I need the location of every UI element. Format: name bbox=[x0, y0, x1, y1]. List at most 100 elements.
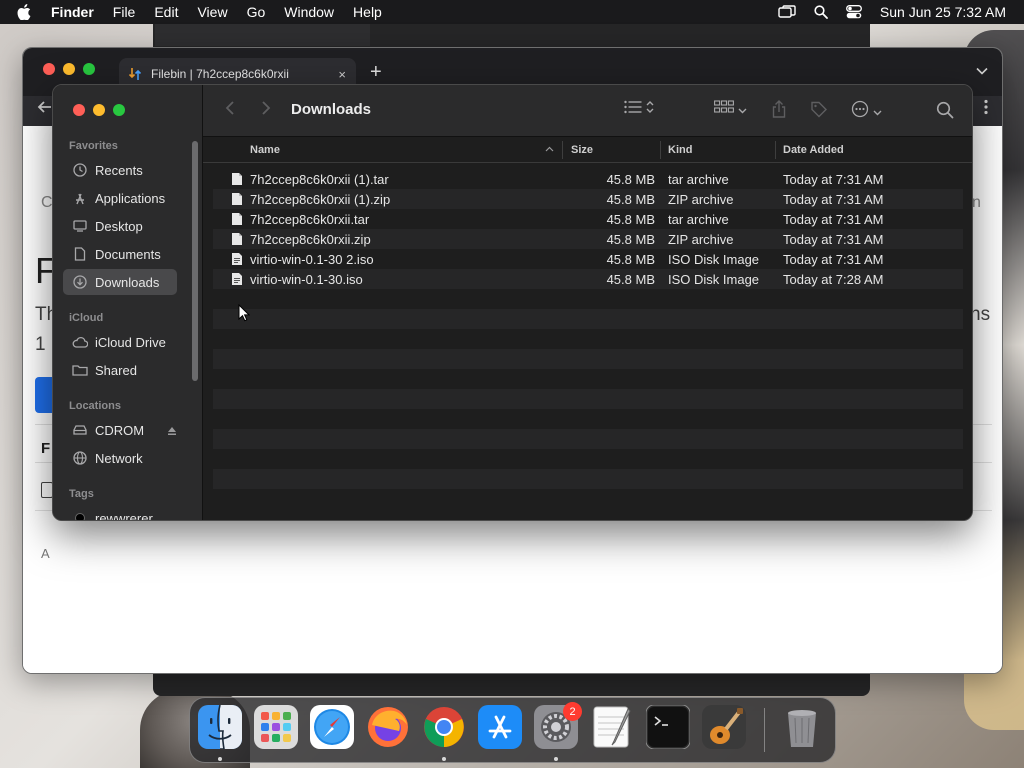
new-tab-button[interactable]: + bbox=[370, 61, 382, 84]
file-date-added: Today at 7:31 AM bbox=[783, 172, 884, 187]
minimize-window-button[interactable] bbox=[93, 104, 105, 116]
sidebar-item-documents[interactable]: Documents bbox=[63, 241, 177, 267]
dock-app-chrome[interactable] bbox=[422, 705, 466, 749]
zoom-window-button[interactable] bbox=[113, 104, 125, 116]
dock-app-textedit[interactable] bbox=[590, 705, 634, 749]
textedit-icon bbox=[590, 705, 634, 749]
file-row[interactable]: 7h2ccep8c6k0rxii (1).tar 45.8 MB tar archi… bbox=[213, 169, 963, 189]
file-name: virtio-win-0.1-30.iso bbox=[250, 272, 363, 287]
dock-app-app-store[interactable] bbox=[478, 705, 522, 749]
sidebar-item-icloud-drive[interactable]: iCloud Drive bbox=[63, 329, 177, 355]
sidebar-item-applications[interactable]: Applications bbox=[63, 185, 177, 211]
empty-list-row bbox=[213, 329, 963, 349]
sidebar-item-label: CDROM bbox=[95, 422, 145, 438]
menu-window[interactable]: Window bbox=[284, 4, 334, 20]
forward-chevron-icon[interactable] bbox=[261, 99, 271, 122]
action-menu-button[interactable] bbox=[851, 100, 882, 123]
column-header-date-added[interactable]: Date Added bbox=[783, 144, 844, 156]
browser-back-icon[interactable] bbox=[37, 99, 53, 120]
menu-view[interactable]: View bbox=[197, 4, 227, 20]
file-row[interactable]: virtio-win-0.1-30 2.iso 45.8 MB ISO Disk I… bbox=[213, 249, 963, 269]
sidebar-scrollbar[interactable] bbox=[192, 141, 198, 381]
sidebar-item-tag-rewwrerer[interactable]: rewwrerer bbox=[63, 505, 177, 521]
empty-list-row bbox=[213, 449, 963, 469]
chrome-icon bbox=[422, 705, 466, 749]
dock-app-safari[interactable] bbox=[310, 705, 354, 749]
menu-go[interactable]: Go bbox=[247, 4, 266, 20]
finder-icon bbox=[198, 705, 242, 749]
dock-app-garageband[interactable] bbox=[702, 705, 746, 749]
apple-menu-icon[interactable] bbox=[17, 4, 37, 20]
menu-app-name[interactable]: Finder bbox=[51, 4, 94, 20]
sidebar-item-label: Recents bbox=[95, 162, 143, 178]
file-row[interactable]: virtio-win-0.1-30.iso 45.8 MB ISO Disk Ima… bbox=[213, 269, 963, 289]
file-name: 7h2ccep8c6k0rxii.zip bbox=[250, 232, 371, 247]
eject-icon[interactable] bbox=[167, 424, 177, 439]
file-row[interactable]: 7h2ccep8c6k0rxii (1).zip 45.8 MB ZIP archi… bbox=[213, 189, 963, 209]
search-button[interactable] bbox=[936, 101, 954, 124]
dock-app-trash[interactable] bbox=[780, 705, 824, 749]
share-button[interactable] bbox=[772, 100, 786, 123]
sidebar-item-label: Documents bbox=[95, 246, 161, 262]
sidebar-section-tags: Tags bbox=[69, 488, 94, 500]
control-center-icon[interactable] bbox=[845, 5, 862, 19]
group-by-button[interactable] bbox=[714, 100, 747, 119]
sidebar-section-locations: Locations bbox=[69, 400, 121, 412]
sidebar-item-network[interactable]: Network bbox=[63, 445, 177, 471]
file-rows: 7h2ccep8c6k0rxii (1).tar 45.8 MB tar archi… bbox=[213, 169, 963, 509]
column-separator[interactable] bbox=[775, 141, 776, 159]
empty-list-row bbox=[213, 309, 963, 329]
file-kind: ISO Disk Image bbox=[668, 272, 760, 287]
tag-button[interactable] bbox=[810, 100, 828, 123]
menu-bar-clock[interactable]: Sun Jun 25 7:32 AM bbox=[880, 4, 1006, 20]
column-header-name[interactable]: Name bbox=[250, 144, 280, 156]
dock-app-launchpad[interactable] bbox=[254, 705, 298, 749]
grid-group-icon bbox=[714, 100, 734, 119]
column-header-size[interactable]: Size bbox=[571, 144, 593, 156]
dock-app-firefox[interactable] bbox=[366, 705, 410, 749]
dock-app-finder[interactable] bbox=[198, 705, 242, 749]
sidebar-item-shared[interactable]: Shared bbox=[63, 357, 177, 383]
file-date-added: Today at 7:28 AM bbox=[783, 272, 884, 287]
sidebar-item-desktop[interactable]: Desktop bbox=[63, 213, 177, 239]
sidebar-item-label: Downloads bbox=[95, 274, 160, 290]
menu-help[interactable]: Help bbox=[353, 4, 382, 20]
file-row[interactable]: 7h2ccep8c6k0rxii.zip 45.8 MB ZIP archive To… bbox=[213, 229, 963, 249]
menu-file[interactable]: File bbox=[113, 4, 136, 20]
page-text-fragment: A bbox=[41, 546, 50, 561]
sidebar-item-label: rewwrerer bbox=[95, 510, 153, 521]
list-view-button[interactable] bbox=[624, 100, 654, 119]
close-window-button[interactable] bbox=[73, 104, 85, 116]
sidebar-item-downloads[interactable]: Downloads bbox=[63, 269, 177, 295]
close-tab-icon[interactable]: × bbox=[338, 67, 346, 82]
search-icon[interactable] bbox=[814, 5, 828, 19]
safari-icon bbox=[310, 705, 354, 749]
file-row[interactable]: 7h2ccep8c6k0rxii.tar 45.8 MB tar archive To… bbox=[213, 209, 963, 229]
sort-ascending-chevron-icon[interactable] bbox=[545, 143, 554, 155]
page-text-fragment: ns bbox=[970, 304, 991, 325]
close-window-button[interactable] bbox=[43, 63, 55, 75]
file-name: 7h2ccep8c6k0rxii (1).zip bbox=[250, 192, 391, 207]
back-chevron-icon[interactable] bbox=[225, 99, 235, 122]
column-separator[interactable] bbox=[660, 141, 661, 159]
archive-file-icon bbox=[231, 232, 243, 249]
terminal-icon bbox=[646, 705, 690, 749]
file-name: 7h2ccep8c6k0rxii.tar bbox=[250, 212, 370, 227]
empty-list-row bbox=[213, 429, 963, 449]
browser-more-icon[interactable] bbox=[984, 99, 988, 120]
page-text-fragment: n bbox=[972, 194, 981, 211]
menu-edit[interactable]: Edit bbox=[154, 4, 178, 20]
empty-list-row bbox=[213, 389, 963, 409]
dock-app-terminal[interactable] bbox=[646, 705, 690, 749]
tab-list-chevron-icon[interactable] bbox=[976, 64, 988, 78]
sidebar-item-cdrom[interactable]: CDROM bbox=[63, 417, 177, 443]
screen-mirroring-icon[interactable] bbox=[778, 5, 796, 19]
network-icon bbox=[72, 450, 88, 466]
column-header-kind[interactable]: Kind bbox=[668, 144, 692, 156]
archive-file-icon bbox=[231, 192, 243, 209]
column-separator[interactable] bbox=[562, 141, 563, 159]
sidebar-item-recents[interactable]: Recents bbox=[63, 157, 177, 183]
zoom-window-button[interactable] bbox=[83, 63, 95, 75]
empty-list-row bbox=[213, 469, 963, 489]
minimize-window-button[interactable] bbox=[63, 63, 75, 75]
